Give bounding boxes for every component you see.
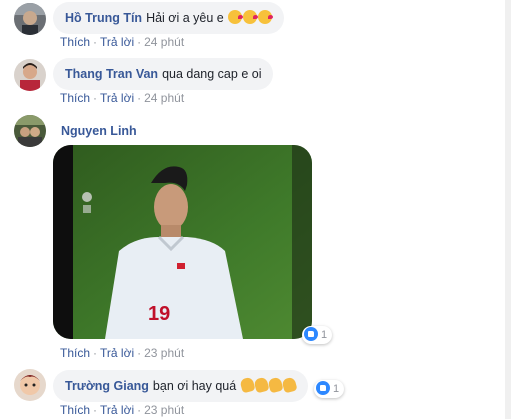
like-link[interactable]: Thích bbox=[60, 35, 90, 49]
separator-dot: · bbox=[93, 91, 98, 105]
separator-dot: · bbox=[137, 91, 142, 105]
comment-timestamp[interactable]: 24 phút bbox=[144, 35, 184, 49]
comment-timestamp[interactable]: 23 phút bbox=[144, 346, 184, 360]
reply-link[interactable]: Trả lời bbox=[100, 91, 134, 105]
clap-emoji bbox=[281, 376, 298, 394]
comment-thread: Hồ Trung Tín Hải ơi a yêu e Thích · Trả lời… bbox=[0, 0, 511, 419]
reaction-count: 1 bbox=[333, 383, 340, 395]
comment-bubble: Thang Tran Van qua dang cap e oi bbox=[53, 58, 274, 90]
kiss-emoji bbox=[258, 10, 274, 24]
reaction-summary[interactable]: 1 bbox=[314, 380, 345, 398]
clap-emoji bbox=[267, 376, 284, 394]
separator-dot: · bbox=[137, 403, 142, 417]
like-link[interactable]: Thích bbox=[60, 403, 90, 417]
like-link[interactable]: Thích bbox=[60, 346, 90, 360]
separator-dot: · bbox=[137, 35, 142, 49]
video-still[interactable]: 19 bbox=[53, 145, 312, 339]
separator-dot: · bbox=[137, 346, 142, 360]
separator-dot: · bbox=[93, 403, 98, 417]
comment-actions: Thích · Trả lời · 23 phút bbox=[60, 346, 184, 360]
kiss-emoji bbox=[228, 10, 244, 24]
scrollbar[interactable] bbox=[505, 0, 511, 419]
reaction-summary[interactable]: 1 bbox=[302, 326, 333, 344]
comment-bubble: Hồ Trung Tín Hải ơi a yêu e bbox=[53, 2, 285, 34]
comment-actions: Thích · Trả lời · 23 phút bbox=[60, 403, 184, 417]
comment-actions: Thích · Trả lời · 24 phút bbox=[60, 91, 184, 105]
clap-emoji bbox=[253, 376, 270, 394]
comment-text: bạn ơi hay quá bbox=[152, 379, 237, 393]
comment-bubble: Trường Giang bạn ơi hay quá bbox=[53, 370, 308, 402]
reply-link[interactable]: Trả lời bbox=[100, 346, 134, 360]
comment-timestamp[interactable]: 23 phút bbox=[144, 403, 184, 417]
comment-author[interactable]: Hồ Trung Tín bbox=[65, 11, 142, 25]
reply-link[interactable]: Trả lời bbox=[100, 403, 134, 417]
comment-timestamp[interactable]: 24 phút bbox=[144, 91, 184, 105]
reply-link[interactable]: Trả lời bbox=[100, 35, 134, 49]
avatar[interactable] bbox=[14, 115, 46, 147]
avatar[interactable] bbox=[14, 369, 46, 401]
kiss-emoji bbox=[243, 10, 259, 24]
avatar[interactable] bbox=[14, 59, 46, 91]
avatar[interactable] bbox=[14, 3, 46, 35]
reaction-count: 1 bbox=[321, 329, 328, 341]
comment-text: qua dang cap e oi bbox=[162, 67, 262, 81]
like-icon bbox=[304, 327, 318, 341]
svg-text:19: 19 bbox=[148, 303, 170, 325]
separator-dot: · bbox=[93, 35, 98, 49]
comment-author[interactable]: Thang Tran Van bbox=[65, 67, 158, 81]
comment-author[interactable]: Nguyen Linh bbox=[61, 124, 137, 138]
comment-text: Hải ơi a yêu e bbox=[146, 11, 224, 25]
like-icon bbox=[316, 381, 330, 395]
comment-actions: Thích · Trả lời · 24 phút bbox=[60, 35, 184, 49]
comment-author[interactable]: Trường Giang bbox=[65, 379, 149, 393]
like-link[interactable]: Thích bbox=[60, 91, 90, 105]
separator-dot: · bbox=[93, 346, 98, 360]
clap-emoji bbox=[239, 376, 256, 394]
